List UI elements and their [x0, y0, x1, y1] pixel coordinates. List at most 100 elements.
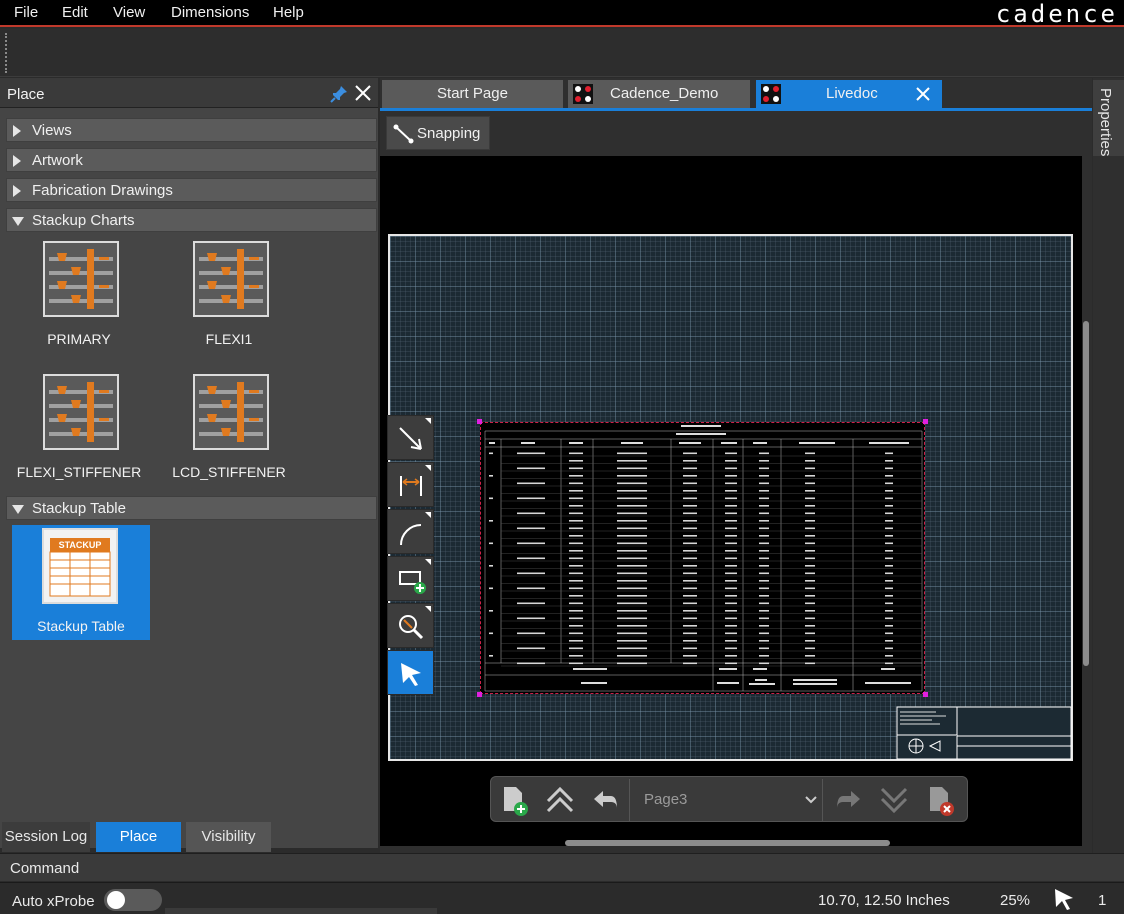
add-page-button[interactable]: [495, 777, 531, 823]
tab-livedoc[interactable]: Livedoc: [756, 80, 942, 108]
pin-icon[interactable]: [330, 85, 348, 103]
double-chevron-down-icon: [880, 787, 908, 814]
tab-session-log[interactable]: Session Log: [2, 822, 90, 852]
command-bar[interactable]: Command: [0, 853, 1124, 881]
menu-file[interactable]: File: [14, 4, 38, 21]
next-page-button[interactable]: [829, 777, 865, 823]
page-select[interactable]: Page3: [629, 779, 823, 821]
status-divider: [165, 908, 437, 914]
chart-tile-flexi1[interactable]: FLEXI1: [159, 241, 299, 356]
stackup-table-drawing[interactable]: [477, 419, 928, 697]
place-panel: Place Views Artwork Fabrication Drawings…: [0, 78, 378, 848]
chart-tile-flexi-stiffener[interactable]: FLEXI_STIFFENER: [9, 374, 149, 489]
properties-label: Properties: [1097, 88, 1114, 157]
thumb-caption: STACKUP: [59, 540, 102, 550]
menu-edit[interactable]: Edit: [62, 4, 88, 21]
add-rectangle-icon: [399, 571, 426, 594]
handle[interactable]: [477, 419, 482, 424]
auto-xprobe-label: Auto xProbe: [12, 893, 95, 910]
select-tool-button[interactable]: [387, 650, 434, 695]
command-label: Command: [10, 860, 80, 877]
vertical-scrollbar[interactable]: [1083, 321, 1089, 666]
board-icon: [573, 84, 593, 104]
toolbar-grip[interactable]: [5, 33, 7, 73]
tab-label: Cadence_Demo: [610, 85, 719, 102]
double-chevron-up-icon: [546, 786, 574, 813]
chevron-down-icon: [805, 796, 817, 804]
dimension-tool-button[interactable]: [387, 462, 434, 507]
chevron-right-icon: [13, 125, 21, 137]
tab-cadence-demo[interactable]: Cadence_Demo: [568, 80, 750, 108]
handle[interactable]: [477, 692, 482, 697]
document-area: Start Page Cadence_Demo Livedoc Snapping: [380, 78, 1092, 853]
cursor-arrow-icon: [401, 663, 421, 686]
page-select-value: Page3: [644, 791, 688, 808]
tile-label: LCD_STIFFENER: [172, 464, 286, 480]
chevron-right-icon: [13, 185, 21, 197]
handle[interactable]: [923, 692, 928, 697]
undo-arrow-icon: [594, 791, 617, 809]
snapping-label: Snapping: [417, 125, 481, 142]
chart-tile-primary[interactable]: PRIMARY: [9, 241, 149, 356]
chevron-right-icon: [13, 155, 21, 167]
board-icon: [761, 84, 781, 104]
status-bar: Auto xProbe 10.70, 12.50 Inches 25% 1: [0, 882, 1124, 914]
add-page-icon: [504, 787, 528, 816]
zoom-level: 25%: [1000, 892, 1031, 909]
place-panel-header: Place: [0, 78, 378, 108]
properties-rail: Properties: [1093, 78, 1124, 853]
cadence-logo: cadence: [995, 0, 1118, 28]
first-page-button[interactable]: [541, 777, 577, 823]
tile-label: FLEXI1: [205, 331, 253, 347]
tab-visibility[interactable]: Visibility: [186, 822, 271, 852]
stackup-chart-icon: [193, 374, 269, 450]
delete-page-button[interactable]: [923, 777, 959, 823]
zoom-tool-button[interactable]: [387, 603, 434, 648]
tool-palette: [387, 415, 434, 701]
close-tab-icon[interactable]: [916, 87, 930, 101]
drawing-canvas[interactable]: [380, 156, 1082, 846]
arrow-line-tool-button[interactable]: [387, 415, 434, 460]
tab-place[interactable]: Place: [96, 822, 181, 852]
section-views[interactable]: Views: [6, 118, 377, 142]
tab-label: Start Page: [437, 85, 508, 102]
horizontal-scrollbar[interactable]: [565, 840, 890, 846]
stackup-table-tile[interactable]: STACKUP Stackup Table: [12, 525, 150, 640]
menu-help[interactable]: Help: [273, 4, 304, 21]
auto-xprobe-toggle[interactable]: [104, 889, 162, 911]
menu-dimensions[interactable]: Dimensions: [171, 4, 249, 21]
cursor-arrow-icon: [1055, 889, 1073, 910]
section-fabrication-drawings[interactable]: Fabrication Drawings: [6, 178, 377, 202]
redo-arrow-icon: [837, 791, 860, 809]
section-label: Stackup Charts: [32, 212, 135, 229]
arc-icon: [400, 524, 422, 546]
dimension-icon: [400, 476, 422, 496]
stackup-table-icon: STACKUP: [42, 528, 118, 604]
section-stackup-table[interactable]: Stackup Table: [6, 496, 377, 520]
cursor-coordinates: 10.70, 12.50 Inches: [818, 892, 950, 909]
zoom-icon: [399, 615, 424, 640]
menu-bar: File Edit View Dimensions Help cadence: [0, 0, 1124, 28]
menu-view[interactable]: View: [113, 4, 145, 21]
stackup-chart-icon: [43, 241, 119, 317]
tab-start-page[interactable]: Start Page: [382, 80, 563, 108]
previous-page-button[interactable]: [587, 777, 623, 823]
last-page-button[interactable]: [875, 777, 911, 823]
snapping-button[interactable]: Snapping: [386, 116, 490, 150]
add-shape-tool-button[interactable]: [387, 556, 434, 601]
title-block: [896, 706, 1072, 760]
section-artwork[interactable]: Artwork: [6, 148, 377, 172]
section-label: Stackup Table: [32, 500, 126, 517]
section-label: Artwork: [32, 152, 83, 169]
chart-tile-lcd-stiffener[interactable]: LCD_STIFFENER: [159, 374, 299, 489]
section-stackup-charts[interactable]: Stackup Charts: [6, 208, 377, 232]
page-navigator: Page3: [490, 776, 968, 822]
delete-page-icon: [930, 787, 954, 816]
arc-tool-button[interactable]: [387, 509, 434, 554]
stackup-chart-icon: [43, 374, 119, 450]
handle[interactable]: [923, 419, 928, 424]
properties-tab[interactable]: Properties: [1093, 80, 1124, 156]
tab-underline: [380, 108, 1092, 111]
arrow-diagonal-icon: [399, 427, 422, 450]
close-icon[interactable]: [354, 84, 372, 102]
